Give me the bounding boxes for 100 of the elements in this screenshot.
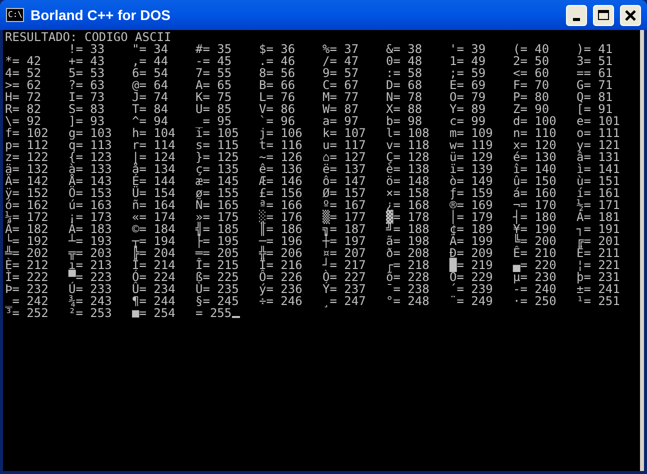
ascii-entry: ┬= 194: [132, 235, 176, 247]
ascii-entry: ┌= 218: [386, 259, 430, 271]
ascii-entry: ▀= 223: [68, 271, 112, 283]
ascii-entry: != 33: [68, 43, 105, 55]
ascii-entry: Î= 215: [196, 259, 239, 271]
ascii-entry: ├= 195: [196, 235, 239, 247]
ascii-entry: È= 212: [5, 259, 48, 271]
ascii-entry: 3= 51: [576, 55, 613, 67]
ascii-entry: Ã= 199: [450, 235, 493, 247]
ascii-entry: ±= 241: [576, 283, 620, 295]
ascii-entry: H= 72: [5, 91, 42, 103]
ascii-entry: ß= 225: [196, 271, 239, 283]
ascii-entry: &= 38: [386, 43, 422, 55]
ascii-entry: ·= 250: [513, 295, 556, 307]
ascii-entry: É= 144: [132, 175, 176, 187]
ascii-entry: ╬= 206: [259, 247, 302, 259]
ascii-entry: ¶= 244: [132, 295, 176, 307]
ascii-entry: £= 156: [259, 187, 302, 199]
ascii-entry: ╦= 203: [68, 247, 112, 259]
ascii-entry: â= 131: [576, 151, 620, 163]
ascii-entry: ú= 163: [68, 199, 112, 211]
ascii-entry: Ï= 216: [259, 259, 302, 271]
ascii-entry: Æ= 146: [259, 175, 302, 187]
ascii-entry: û= 150: [513, 175, 556, 187]
ascii-entry: Â= 182: [5, 223, 48, 235]
ascii-entry: ?= 63: [68, 79, 105, 91]
ascii-entry: ¤= 207: [322, 247, 366, 259]
ascii-entry: e= 101: [576, 115, 620, 127]
ascii-entry: º= 167: [322, 199, 366, 211]
ascii-entry: %= 37: [322, 43, 359, 55]
ascii-entry: ▓= 178: [386, 211, 430, 223]
ascii-entry: ╩= 202: [5, 247, 48, 259]
ascii-entry: v= 118: [386, 139, 430, 151]
ascii-entry: ñ= 164: [132, 199, 176, 211]
ascii-entry: A= 65: [196, 79, 232, 91]
ascii-entry: u= 117: [322, 139, 366, 151]
ascii-entry: 7= 55: [196, 67, 232, 79]
ascii-entry: î= 140: [513, 163, 556, 175]
ascii-entry: X= 88: [386, 103, 422, 115]
ascii-entry: ×= 158: [386, 187, 430, 199]
ascii-entry: á= 160: [513, 187, 556, 199]
ascii-entry: ²= 253: [68, 307, 112, 319]
ascii-entry: ~= 126: [259, 151, 302, 163]
ascii-entry: ÷= 246: [259, 295, 302, 307]
ascii-entry: Ë= 211: [576, 247, 620, 259]
ascii-entry: §= 245: [196, 295, 239, 307]
minimize-button[interactable]: [566, 4, 587, 26]
ascii-entry: Û= 234: [132, 283, 176, 295]
ascii-entry: ô= 147: [322, 175, 366, 187]
ascii-entry: Ü= 154: [132, 187, 176, 199]
ascii-entry: g= 103: [68, 127, 112, 139]
ascii-entry: ¯= 238: [386, 283, 430, 295]
ascii-entry: ;= 59: [450, 67, 486, 79]
ascii-entry: 4= 52: [5, 67, 42, 79]
ascii-entry: d= 100: [513, 115, 556, 127]
ascii-entry: í= 161: [576, 187, 620, 199]
ascii-entry: R= 82: [5, 103, 42, 115]
ascii-entry: °= 248: [386, 295, 430, 307]
ascii-entry: ¾= 243: [68, 295, 112, 307]
ascii-entry: æ= 145: [196, 175, 239, 187]
ascii-entry: █= 219: [450, 259, 493, 271]
ascii-entry: µ= 230: [513, 271, 556, 283]
ascii-entry: Þ= 232: [5, 283, 48, 295]
ascii-entry: a= 97: [322, 115, 359, 127]
ascii-entry: ╠= 204: [132, 247, 176, 259]
ascii-entry: b= 98: [386, 115, 422, 127]
ascii-entry: 8= 56: [259, 67, 296, 79]
ascii-entry: D= 68: [386, 79, 422, 91]
ascii-entry: *= 42: [5, 55, 42, 67]
ascii-entry: ░= 176: [259, 211, 302, 223]
close-button[interactable]: [620, 4, 641, 26]
ascii-entry: |= 124: [132, 151, 176, 163]
ascii-entry: ¢= 189: [450, 223, 493, 235]
ascii-entry: ¡= 173: [68, 211, 112, 223]
ascii-entry: Ý= 237: [322, 283, 366, 295]
ascii-entry: Å= 143: [68, 175, 112, 187]
ascii-entry: Ì= 222: [5, 271, 48, 283]
ascii-entry: q= 113: [68, 139, 112, 151]
ascii-entry: Ç= 128: [386, 151, 430, 163]
ascii-entry: ç= 135: [196, 163, 239, 175]
ascii-entry: ÿ= 152: [5, 187, 48, 199]
ascii-entry: Ô= 226: [259, 271, 302, 283]
ascii-entry: {= 123: [68, 151, 112, 163]
ascii-entry: ù= 151: [576, 175, 620, 187]
ascii-entry: \= 92: [5, 115, 42, 127]
ascii-entry: Á= 181: [576, 211, 620, 223]
ascii-entry: Ú= 233: [68, 283, 112, 295]
ascii-entry: Y= 89: [450, 103, 486, 115]
ascii-entry: Ø= 157: [322, 187, 366, 199]
ascii-entry: ì= 141: [576, 163, 620, 175]
ascii-entry: B= 66: [259, 79, 296, 91]
ascii-entry: Ù= 235: [196, 283, 239, 295]
ascii-entry: ³= 252: [5, 307, 48, 319]
maximize-button[interactable]: [593, 4, 614, 26]
ascii-entry: ,= 44: [132, 55, 168, 67]
ascii-entry: ¥= 190: [513, 223, 556, 235]
ascii-entry: #= 35: [196, 43, 232, 55]
ascii-entry: z= 122: [5, 151, 48, 163]
ascii-entry: '= 39: [450, 43, 486, 55]
ascii-entry: _= 95: [196, 115, 232, 127]
